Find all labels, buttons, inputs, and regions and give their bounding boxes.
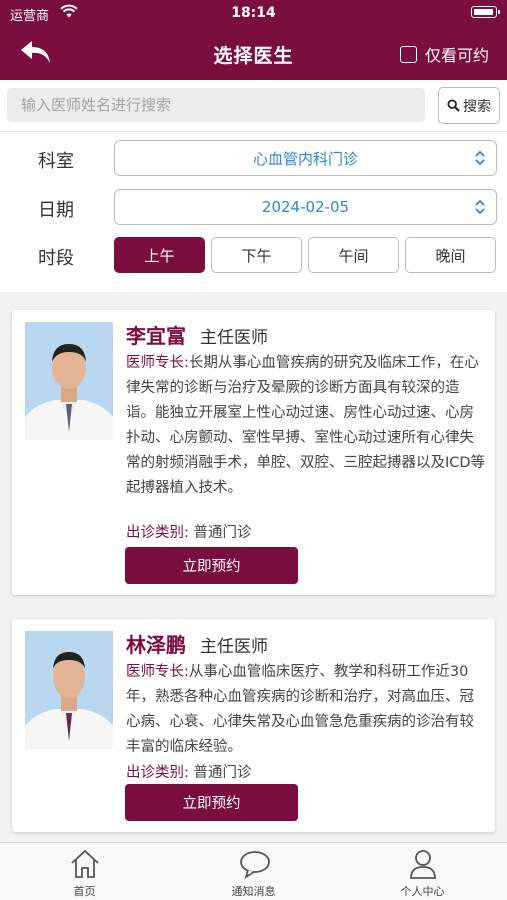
doctor-name: 林泽鹏 <box>126 633 186 657</box>
period-evening-button[interactable]: 晚间 <box>405 237 496 273</box>
department-value: 心血管内科门诊 <box>252 149 358 168</box>
user-icon <box>410 850 436 879</box>
date-select[interactable]: 2024-02-05 <box>114 189 497 225</box>
doctor-specialty: 医师专长:从事心血管临床医疗、教学和科研工作近30年，熟悉各种心血管疾病的诊断和… <box>126 660 486 760</box>
doctor-photo <box>25 322 113 440</box>
tab-notifications-label: 通知消息 <box>231 885 276 898</box>
doctor-search-input[interactable] <box>7 88 425 122</box>
back-arrow-icon[interactable] <box>18 38 54 68</box>
updown-chevron-icon <box>475 199 485 215</box>
tab-home-label: 首页 <box>73 885 96 898</box>
home-icon <box>71 849 99 878</box>
period-selector: 上午 下午 午间 晚间 <box>114 237 502 273</box>
visit-type: 出诊类别: 普通门诊 <box>126 521 252 542</box>
status-bar: 运营商 18:14 <box>0 0 507 28</box>
doctor-rank: 主任医师 <box>200 328 268 348</box>
nav-bar: 选择医生 仅看可约 <box>0 28 507 80</box>
specialty-text: 长期从事心血管疾病的研究及临床工作，在心律失常的诊断与治疗及晕厥的诊断方面具有较… <box>126 355 486 496</box>
clock: 18:14 <box>231 5 276 21</box>
tab-home[interactable]: 首页 <box>0 843 169 900</box>
top-bar: 运营商 18:14 选择医生 仅看可约 <box>0 0 507 80</box>
period-label: 时段 <box>38 248 74 269</box>
date-value: 2024-02-05 <box>261 198 350 216</box>
period-noon-button[interactable]: 午间 <box>308 237 399 273</box>
visit-type-value: 普通门诊 <box>193 765 252 781</box>
period-afternoon-button[interactable]: 下午 <box>211 237 302 273</box>
doctor-card: 林泽鹏 主任医师 医师专长:从事心血管临床医疗、教学和科研工作近30年，熟悉各种… <box>12 619 495 832</box>
filter-panel: 科室 心血管内科门诊 日期 2024-02-05 时段 上午 下午 午间 晚间 <box>0 132 507 292</box>
book-now-button[interactable]: 立即预约 <box>125 784 298 821</box>
updown-chevron-icon <box>475 150 485 166</box>
specialty-key: 医师专长: <box>126 664 189 680</box>
doctor-rank: 主任医师 <box>200 637 268 657</box>
doctor-card: 李宜富 主任医师 医师专长:长期从事心血管疾病的研究及临床工作，在心律失常的诊断… <box>12 310 495 595</box>
search-button[interactable]: 搜索 <box>438 87 500 124</box>
only-available-label: 仅看可约 <box>424 46 489 65</box>
date-label: 日期 <box>38 200 74 221</box>
department-label: 科室 <box>38 151 74 172</box>
tab-profile[interactable]: 个人中心 <box>338 843 507 900</box>
visit-type: 出诊类别: 普通门诊 <box>126 761 252 782</box>
book-now-button[interactable]: 立即预约 <box>125 547 298 584</box>
doctor-specialty: 医师专长:长期从事心血管疾病的研究及临床工作，在心律失常的诊断与治疗及晕厥的诊断… <box>126 351 486 501</box>
only-available-toggle[interactable]: 仅看可约 <box>399 42 489 66</box>
period-morning-button[interactable]: 上午 <box>114 237 205 273</box>
visit-type-key: 出诊类别: <box>126 525 189 541</box>
search-icon <box>447 99 460 112</box>
search-bar: 搜索 <box>0 80 507 132</box>
chat-bubble-icon <box>240 851 270 880</box>
search-button-label: 搜索 <box>463 98 491 115</box>
only-available-checkbox[interactable] <box>399 45 417 63</box>
visit-type-key: 出诊类别: <box>126 765 189 781</box>
department-select[interactable]: 心血管内科门诊 <box>114 140 497 176</box>
doctor-name: 李宜富 <box>126 324 186 348</box>
visit-type-value: 普通门诊 <box>193 525 252 541</box>
bottom-tab-bar: 首页 通知消息 个人中心 <box>0 842 507 900</box>
doctor-photo <box>25 631 113 749</box>
tab-notifications[interactable]: 通知消息 <box>169 843 338 900</box>
battery-icon <box>471 6 500 18</box>
tab-profile-label: 个人中心 <box>400 885 445 898</box>
specialty-key: 医师专长: <box>126 355 189 371</box>
